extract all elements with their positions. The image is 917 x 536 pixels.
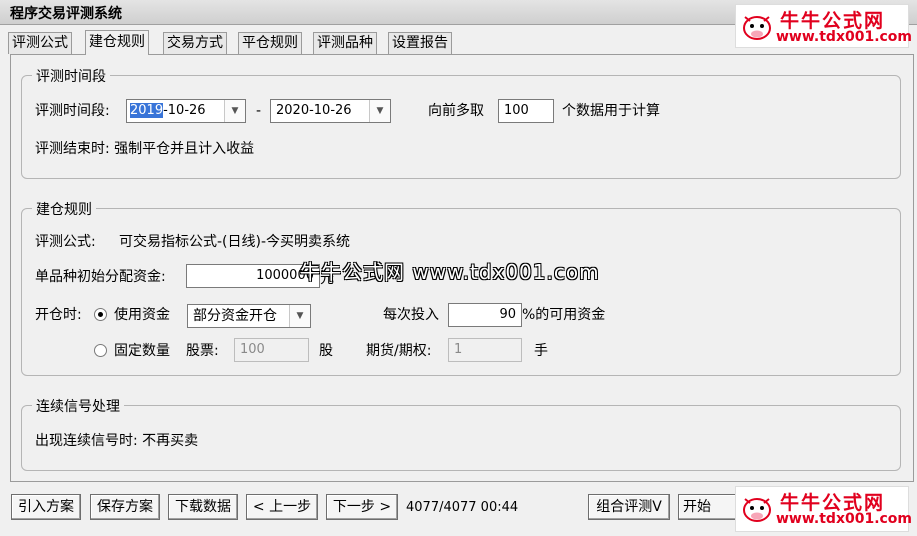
signals-group-title: 连续信号处理 (32, 396, 124, 416)
each-invest-input[interactable]: 90 (448, 303, 522, 327)
logo-url-bottom: www.tdx001.com (776, 511, 913, 527)
brand-logo-top: 牛牛公式网 www.tdx001.com (735, 4, 913, 48)
lookback-suffix: 个数据用于计算 (562, 103, 660, 119)
period-label: 评测时间段: (35, 103, 110, 119)
tab-instruments[interactable]: 评测品种 (313, 32, 377, 54)
cow-logo-icon (743, 16, 771, 40)
stock-label: 股票: (186, 343, 219, 359)
download-data-button[interactable]: 下载数据 (168, 494, 238, 520)
capital-mode-value: 部分资金开仓 (193, 308, 277, 324)
formula-label: 评测公式: (35, 234, 96, 250)
stock-qty-input[interactable]: 100 (234, 338, 309, 362)
logo-url-top: www.tdx001.com (776, 29, 913, 45)
futures-label: 期货/期权: (366, 343, 432, 359)
period-group-title: 评测时间段 (32, 66, 110, 86)
import-plan-button[interactable]: 引入方案 (11, 494, 81, 520)
app-window: 程序交易评测系统 评测公式 建仓规则 交易方式 平仓规则 评测品种 设置报告 评… (0, 0, 917, 536)
each-invest-label: 每次投入 (383, 307, 439, 323)
center-watermark: 牛牛公式网 www.tdx001.com (300, 260, 600, 284)
signals-text: 出现连续信号时: 不再买卖 (35, 433, 199, 449)
lookback-label: 向前多取 (428, 103, 484, 119)
next-step-button[interactable]: 下一步 > (326, 494, 398, 520)
tab-formula[interactable]: 评测公式 (8, 32, 72, 54)
status-text: 4077/4077 00:44 (406, 500, 519, 515)
fixed-qty-radio[interactable] (94, 344, 107, 357)
capital-label: 单品种初始分配资金: (35, 269, 166, 285)
capital-mode-combo[interactable]: 部分资金开仓 ▼ (187, 304, 311, 328)
signals-group: 连续信号处理 出现连续信号时: 不再买卖 (21, 396, 901, 471)
start-button[interactable]: 开始 (678, 494, 738, 520)
tab-close-rules[interactable]: 平仓规则 (238, 32, 302, 54)
brand-logo-bottom: 牛牛公式网 www.tdx001.com (735, 486, 913, 532)
each-invest-suffix: %的可用资金 (522, 307, 606, 323)
chevron-down-icon[interactable]: ▼ (369, 100, 390, 122)
fixed-qty-label[interactable]: 固定数量 (114, 342, 170, 360)
date-range-dash: - (256, 103, 262, 119)
tab-trade-mode[interactable]: 交易方式 (163, 32, 227, 54)
tab-report-settings[interactable]: 设置报告 (388, 32, 452, 54)
end-note: 评测结束时: 强制平仓并且计入收益 (35, 141, 255, 157)
formula-value: 可交易指标公式-(日线)-今买明卖系统 (119, 234, 351, 250)
open-rules-group: 建仓规则 评测公式: 可交易指标公式-(日线)-今买明卖系统 单品种初始分配资金… (21, 199, 901, 376)
stock-unit: 股 (319, 343, 333, 359)
chevron-down-icon[interactable]: ▼ (289, 305, 310, 327)
start-date-combo[interactable]: 2019-10-26 ▼ (126, 99, 246, 123)
combo-eval-button[interactable]: 组合评测V (588, 494, 670, 520)
futures-unit: 手 (534, 343, 548, 359)
chevron-down-icon[interactable]: ▼ (224, 100, 245, 122)
end-date-value: 2020-10-26 (276, 103, 352, 118)
tab-open-rules[interactable]: 建仓规则 (85, 30, 149, 55)
save-plan-button[interactable]: 保存方案 (90, 494, 160, 520)
start-date-rest: -10-26 (163, 103, 206, 118)
window-title: 程序交易评测系统 (10, 6, 122, 22)
prev-step-button[interactable]: < 上一步 (246, 494, 318, 520)
futures-qty-input[interactable]: 1 (448, 338, 522, 362)
open-label: 开仓时: (35, 307, 82, 323)
open-rules-group-title: 建仓规则 (32, 199, 96, 219)
period-group: 评测时间段 评测时间段: 2019-10-26 ▼ - 2020-10-26 ▼… (21, 66, 901, 179)
lookback-input[interactable]: 100 (498, 99, 554, 123)
use-capital-radio[interactable] (94, 308, 107, 321)
cow-logo-icon (743, 498, 771, 522)
use-capital-label[interactable]: 使用资金 (114, 306, 170, 324)
end-date-combo[interactable]: 2020-10-26 ▼ (270, 99, 391, 123)
start-date-year: 2019 (130, 103, 164, 118)
